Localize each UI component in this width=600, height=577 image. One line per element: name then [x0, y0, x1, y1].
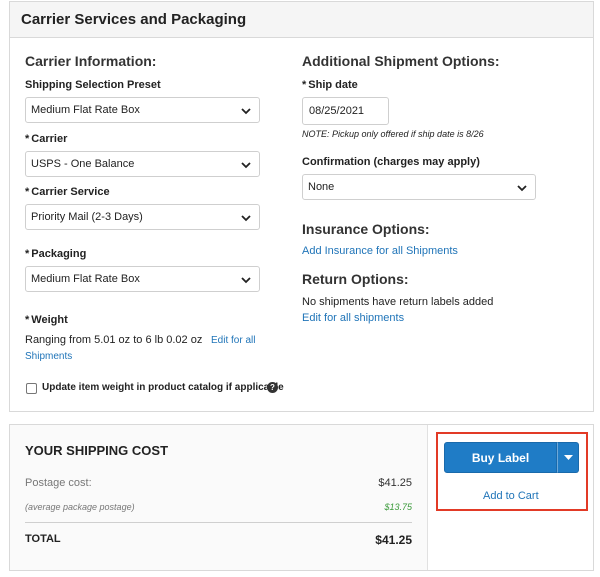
- carrier-service-value: Priority Mail (2-3 Days): [31, 211, 143, 223]
- carrier-label: * Carrier: [25, 133, 68, 145]
- chevron-down-icon: [241, 108, 251, 115]
- buy-options-dropdown-button[interactable]: [557, 442, 579, 473]
- chevron-down-icon: [241, 162, 251, 169]
- required-mark: *: [25, 314, 30, 326]
- panel-title: Carrier Services and Packaging: [21, 11, 247, 28]
- shipping-cost-title: YOUR SHIPPING COST: [25, 443, 169, 458]
- required-mark: *: [25, 186, 30, 198]
- chevron-down-icon: [517, 185, 527, 192]
- chevron-down-icon: [241, 277, 251, 284]
- required-mark: *: [25, 133, 30, 145]
- carrier-select[interactable]: USPS - One Balance: [25, 151, 260, 177]
- edit-weight-link-continued[interactable]: Shipments: [25, 351, 72, 362]
- shipping-preset-value: Medium Flat Rate Box: [31, 104, 140, 116]
- return-status-text: No shipments have return labels added: [302, 296, 494, 308]
- carrier-value: USPS - One Balance: [31, 158, 135, 170]
- panel-header: Carrier Services and Packaging: [10, 2, 593, 38]
- edit-returns-link[interactable]: Edit for all shipments: [302, 312, 404, 324]
- add-to-cart-link[interactable]: Add to Cart: [483, 490, 539, 502]
- weight-range-text: Ranging from 5.01 oz to 6 lb 0.02 oz: [25, 334, 203, 346]
- update-weight-label: Update item weight in product catalog if…: [42, 382, 284, 393]
- ship-date-input[interactable]: 08/25/2021: [302, 97, 389, 125]
- carrier-service-label: * Carrier Service: [25, 186, 110, 198]
- confirmation-select[interactable]: None: [302, 174, 536, 200]
- edit-weight-link[interactable]: Edit for all: [211, 335, 255, 346]
- packaging-select[interactable]: Medium Flat Rate Box: [25, 266, 260, 292]
- shipping-preset-label: Shipping Selection Preset: [25, 79, 161, 91]
- packaging-label: * Packaging: [25, 248, 87, 260]
- packaging-value: Medium Flat Rate Box: [31, 273, 140, 285]
- postage-cost-label: Postage cost:: [25, 477, 92, 489]
- required-mark: *: [25, 248, 30, 260]
- weight-label: * Weight: [25, 314, 68, 326]
- ship-date-note: NOTE: Pickup only offered if ship date i…: [302, 129, 484, 139]
- total-value: $41.25: [375, 533, 412, 547]
- ship-date-value: 08/25/2021: [309, 105, 365, 117]
- additional-options-title: Additional Shipment Options:: [302, 53, 500, 69]
- postage-cost-value: $41.25: [378, 477, 412, 489]
- confirmation-label: Confirmation (charges may apply): [302, 156, 480, 168]
- total-label: TOTAL: [25, 533, 61, 545]
- ship-date-label: * Ship date: [302, 79, 358, 91]
- add-insurance-link[interactable]: Add Insurance for all Shipments: [302, 245, 458, 257]
- average-postage-value: $13.75: [384, 502, 412, 512]
- return-options-title: Return Options:: [302, 271, 409, 287]
- buy-label-button[interactable]: Buy Label: [444, 442, 557, 473]
- confirmation-value: None: [308, 181, 335, 193]
- shipping-preset-select[interactable]: Medium Flat Rate Box: [25, 97, 260, 123]
- carrier-information-title: Carrier Information:: [25, 53, 157, 69]
- average-postage-label: (average package postage): [25, 502, 135, 512]
- cost-divider: [25, 522, 412, 523]
- caret-down-icon: [564, 455, 573, 460]
- update-weight-checkbox[interactable]: [26, 383, 37, 394]
- chevron-down-icon: [241, 215, 251, 222]
- question-circle-icon[interactable]: ?: [267, 382, 278, 393]
- carrier-service-select[interactable]: Priority Mail (2-3 Days): [25, 204, 260, 230]
- required-mark: *: [302, 79, 307, 91]
- shipping-cost-summary: YOUR SHIPPING COST Postage cost: $41.25 …: [10, 425, 428, 570]
- insurance-options-title: Insurance Options:: [302, 221, 430, 237]
